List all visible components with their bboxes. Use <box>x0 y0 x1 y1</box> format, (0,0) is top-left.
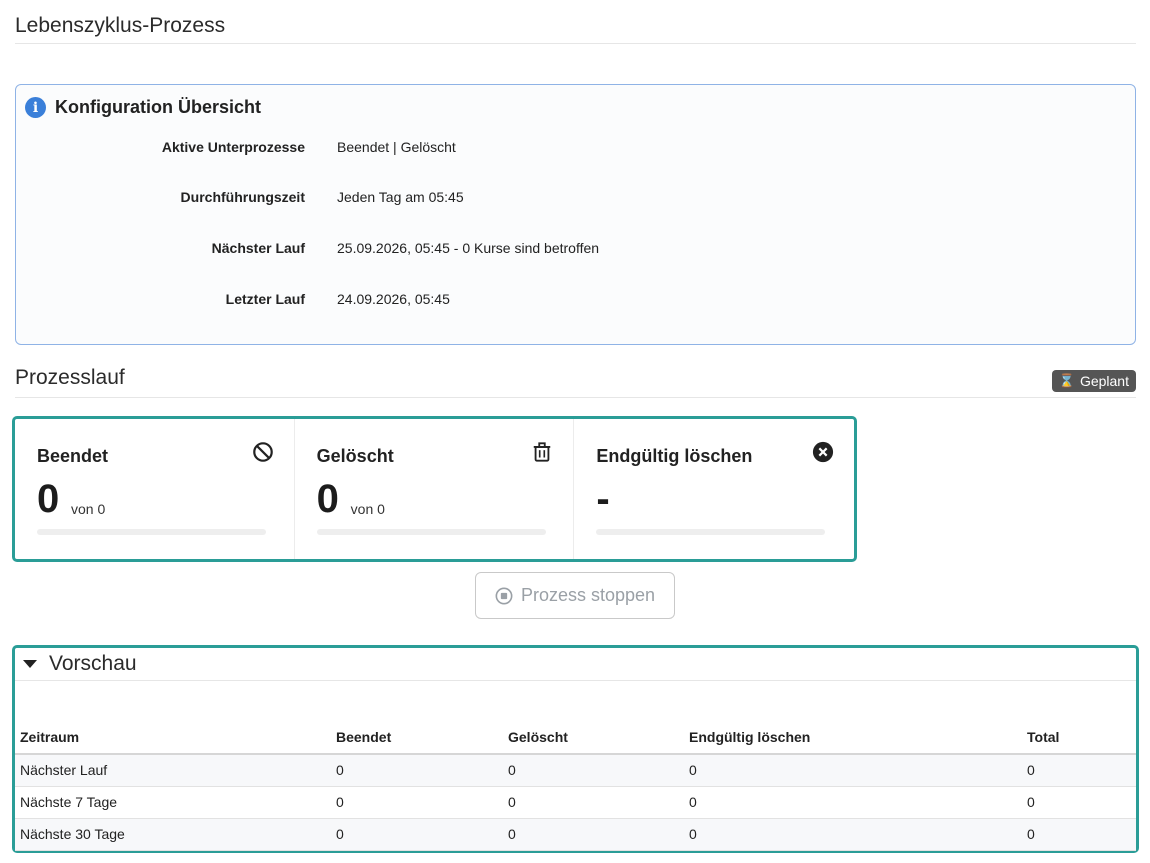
page-title: Lebenszyklus-Prozess <box>15 12 1136 44</box>
column-header: Zeitraum <box>15 720 331 755</box>
table-cell: Nächste 7 Tage <box>15 786 331 819</box>
process-run-header: Prozesslauf ⌛ Geplant <box>15 366 1136 398</box>
table-row: Nächste 30 Tage 0 0 0 0 <box>15 818 1136 851</box>
config-label: Durchführungszeit <box>180 189 305 205</box>
process-cards: Beendet 0 von 0 Gelöscht 0 von 0 Endgült… <box>12 416 857 562</box>
caret-down-icon <box>23 660 37 668</box>
stop-circle-icon <box>495 587 513 604</box>
status-badge: ⌛ Geplant <box>1051 370 1136 392</box>
preview-title: Vorschau <box>49 652 137 675</box>
table-cell: 0 <box>331 754 503 787</box>
preview-table: Zeitraum Beendet Gelöscht Endgültig lösc… <box>15 720 1136 851</box>
table-cell: Nächster Lauf <box>15 754 331 787</box>
hourglass-icon: ⌛ <box>1058 373 1075 388</box>
progress-bar <box>316 529 546 535</box>
stop-process-label: Prozess stoppen <box>520 585 656 605</box>
ban-icon <box>252 442 273 462</box>
table-cell: 0 <box>503 818 684 851</box>
stop-process-button[interactable]: Prozess stoppen <box>475 572 675 619</box>
config-header: i Konfiguration Übersicht <box>25 97 261 118</box>
status-badge-label: Geplant <box>1079 373 1129 389</box>
config-label: Nächster Lauf <box>211 240 305 256</box>
table-cell: 0 <box>331 786 503 819</box>
card-title: Gelöscht <box>316 446 394 466</box>
column-header: Beendet <box>331 720 503 755</box>
info-icon: i <box>25 97 46 118</box>
card-value: 0 <box>316 477 339 521</box>
card-deleted: Gelöscht 0 von 0 <box>295 419 575 559</box>
table-cell: 0 <box>684 818 1022 851</box>
preview-toggle[interactable]: Vorschau <box>15 648 1136 681</box>
table-cell: 0 <box>503 754 684 787</box>
config-value: 24.09.2026, 05:45 <box>337 291 450 307</box>
column-header: Total <box>1022 720 1136 755</box>
table-row: Nächste 7 Tage 0 0 0 0 <box>15 786 1136 819</box>
card-title: Beendet <box>37 446 109 466</box>
config-label: Letzter Lauf <box>225 291 305 307</box>
table-header-row: Zeitraum Beendet Gelöscht Endgültig lösc… <box>15 720 1136 755</box>
column-header: Endgültig löschen <box>684 720 1022 755</box>
card-finished: Beendet 0 von 0 <box>15 419 295 559</box>
card-value: - <box>596 477 610 521</box>
process-run-title: Prozesslauf <box>15 366 125 389</box>
table-row: Nächster Lauf 0 0 0 0 <box>15 754 1136 787</box>
table-cell: 0 <box>503 786 684 819</box>
config-value: Beendet | Gelöscht <box>337 139 456 155</box>
card-value: 0 <box>37 477 60 521</box>
card-subtext: von 0 <box>71 501 106 517</box>
column-header: Gelöscht <box>503 720 684 755</box>
table-cell: 0 <box>1022 754 1136 787</box>
table-cell: 0 <box>1022 786 1136 819</box>
config-label: Aktive Unterprozesse <box>161 139 305 155</box>
card-subtext: von 0 <box>350 501 385 517</box>
table-cell: 0 <box>331 818 503 851</box>
table-cell: Nächste 30 Tage <box>15 818 331 851</box>
config-value: Jeden Tag am 05:45 <box>337 189 464 205</box>
close-circle-icon <box>812 441 834 463</box>
table-cell: 0 <box>684 786 1022 819</box>
progress-bar <box>37 529 266 535</box>
table-cell: 0 <box>1022 818 1136 851</box>
preview-panel: Vorschau Zeitraum Beendet Gelöscht Endgü… <box>12 645 1139 853</box>
table-cell: 0 <box>684 754 1022 787</box>
config-value: 25.09.2026, 05:45 - 0 Kurse sind betroff… <box>337 240 600 256</box>
config-overview-panel: i Konfiguration Übersicht Aktive Unterpr… <box>15 84 1136 345</box>
trash-icon <box>534 442 551 462</box>
config-title: Konfiguration Übersicht <box>55 97 261 117</box>
card-title: Endgültig löschen <box>596 446 753 466</box>
card-delete-permanently: Endgültig löschen - <box>574 419 854 559</box>
progress-bar <box>596 529 826 535</box>
